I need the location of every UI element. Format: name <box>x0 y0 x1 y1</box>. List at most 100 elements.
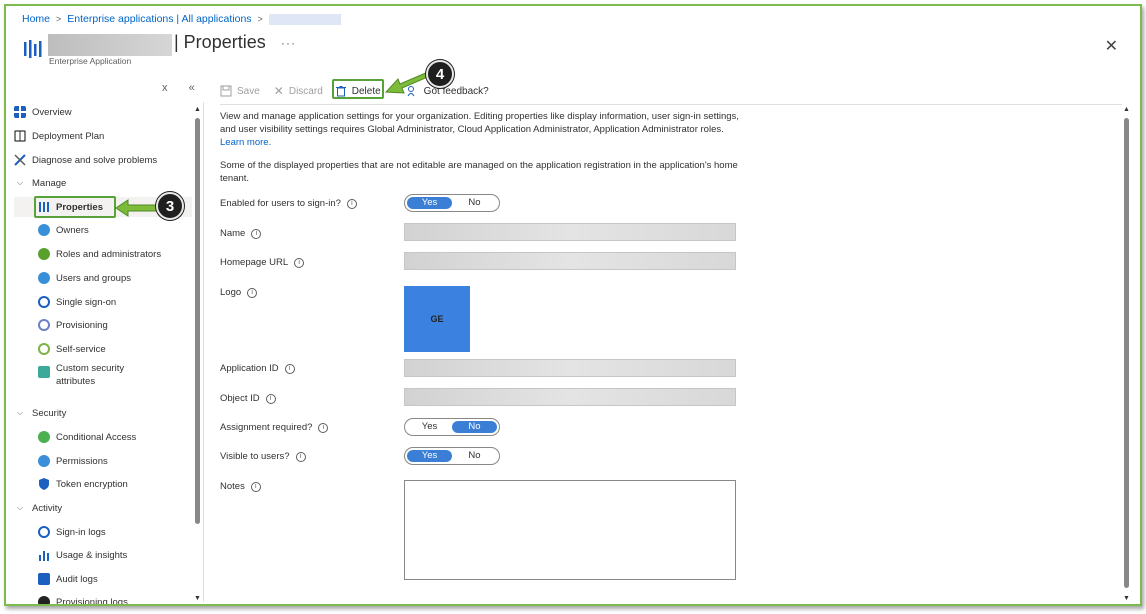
label-text: Notes <box>220 481 245 492</box>
save-icon <box>220 85 232 97</box>
breadcrumb-home[interactable]: Home <box>22 13 50 25</box>
sidebar-item-custom-security[interactable]: Custom security attributes <box>38 362 124 388</box>
learn-more-link[interactable]: Learn more. <box>220 137 271 148</box>
enabled-toggle[interactable]: Yes No <box>404 194 500 212</box>
sidebar-item-label: Overview <box>32 106 72 118</box>
sidebar-item-permissions[interactable]: Permissions <box>38 451 108 471</box>
toggle-yes[interactable]: Yes <box>407 197 452 209</box>
sidebar-close-button[interactable]: x <box>162 82 168 94</box>
toggle-yes[interactable]: Yes <box>407 450 452 462</box>
objectid-field-label: Object ID i <box>220 393 276 404</box>
application-id-field[interactable] <box>404 359 736 377</box>
feedback-label: Got feedback? <box>423 85 489 97</box>
callout-arrow-4 <box>384 71 430 94</box>
sidebar-item-conditional-access[interactable]: Conditional Access <box>38 427 136 447</box>
discard-button[interactable]: ✕ Discard <box>274 84 323 98</box>
scroll-down-arrow-icon[interactable]: ▼ <box>194 595 201 602</box>
info-icon[interactable]: i <box>295 451 306 462</box>
info-icon[interactable]: i <box>251 228 262 239</box>
sidebar-item-diagnose[interactable]: Diagnose and solve problems <box>14 150 157 170</box>
sidebar-item-label: Deployment Plan <box>32 130 105 142</box>
sidebar-group-security[interactable]: ⌵ Security <box>14 403 66 423</box>
toggle-no[interactable]: No <box>452 421 497 433</box>
info-icon[interactable]: i <box>247 287 258 298</box>
label-text: Logo <box>220 287 242 298</box>
object-id-field[interactable] <box>404 388 736 406</box>
bar-chart-icon <box>39 551 49 561</box>
info-icon[interactable]: i <box>250 481 261 492</box>
more-options-button[interactable]: ··· <box>281 36 296 50</box>
sidebar-divider <box>203 102 204 602</box>
sidebar-item-owners[interactable]: Owners <box>38 220 89 240</box>
notes-textarea[interactable] <box>404 480 736 580</box>
info-icon[interactable]: i <box>318 422 329 433</box>
conditional-access-icon <box>38 431 50 443</box>
sidebar-item-label: Sign-in logs <box>56 526 106 538</box>
label-text: Enabled for users to sign-in? <box>220 198 341 209</box>
sidebar-collapse-button[interactable]: « <box>189 82 195 94</box>
delete-highlight <box>332 79 384 99</box>
callout-badge-3: 3 <box>156 192 184 220</box>
sidebar-item-usage-insights[interactable]: Usage & insights <box>38 545 127 565</box>
sidebar-controls: x « <box>162 82 213 94</box>
close-blade-button[interactable]: ✕ <box>1105 36 1118 56</box>
label-text: Object ID <box>220 393 260 404</box>
homepage-url-field[interactable] <box>404 252 736 270</box>
visible-to-users-toggle[interactable]: Yes No <box>404 447 500 465</box>
toggle-no[interactable]: No <box>452 450 497 462</box>
visible-field-label: Visible to users? i <box>220 451 306 462</box>
sign-in-logs-icon <box>38 526 50 538</box>
sidebar-item-deployment-plan[interactable]: Deployment Plan <box>14 126 104 146</box>
sidebar-nav: Overview Deployment Plan Diagnose and so… <box>14 102 192 604</box>
info-icon[interactable]: i <box>265 393 276 404</box>
appid-field-label: Application ID i <box>220 363 295 374</box>
sidebar-item-label: Owners <box>56 224 89 236</box>
toggle-no[interactable]: No <box>452 197 497 209</box>
provisioning-logs-icon <box>38 596 50 604</box>
sidebar-item-provisioning-logs[interactable]: Provisioning logs <box>38 592 128 604</box>
properties-description: View and manage application settings for… <box>220 110 740 195</box>
sidebar-scrollbar[interactable]: ▲ ▼ <box>194 106 201 602</box>
scroll-up-arrow-icon[interactable]: ▲ <box>1123 106 1130 113</box>
app-logo-icon <box>24 40 42 58</box>
shield-icon <box>39 478 49 490</box>
sidebar-group-label: Security <box>32 407 67 419</box>
logo-upload[interactable]: GE <box>404 286 470 352</box>
note-text: Some of the displayed properties that ar… <box>220 160 738 184</box>
info-icon[interactable]: i <box>346 198 357 209</box>
breadcrumb-app-name-redacted[interactable] <box>268 13 341 25</box>
main-scroll-thumb[interactable] <box>1124 118 1129 588</box>
sidebar-item-audit-logs[interactable]: Audit logs <box>38 569 98 589</box>
name-field[interactable] <box>404 223 736 241</box>
main-scrollbar[interactable]: ▲ ▼ <box>1123 106 1130 602</box>
sidebar-item-self-service[interactable]: Self-service <box>38 339 106 359</box>
sidebar-item-users-groups[interactable]: Users and groups <box>38 268 131 288</box>
label-text: Assignment required? <box>220 422 313 433</box>
sidebar-item-overview[interactable]: Overview <box>14 102 72 122</box>
sidebar-group-label: Activity <box>32 502 63 514</box>
chevron-down-icon: ⌵ <box>16 503 24 512</box>
breadcrumb-enterprise-apps[interactable]: Enterprise applications | All applicatio… <box>67 13 251 25</box>
sidebar-item-sso[interactable]: Single sign-on <box>38 292 116 312</box>
scroll-down-arrow-icon[interactable]: ▼ <box>1123 595 1130 602</box>
portal-window: Home > Enterprise applications | All app… <box>4 4 1142 606</box>
enabled-field-label: Enabled for users to sign-in? i <box>220 198 357 209</box>
sidebar-item-token-encryption[interactable]: Token encryption <box>38 474 128 494</box>
sidebar-group-manage[interactable]: ⌵ Manage <box>14 173 66 193</box>
sidebar-item-sign-in-logs[interactable]: Sign-in logs <box>38 522 106 542</box>
save-button[interactable]: Save <box>220 85 260 97</box>
info-icon[interactable]: i <box>294 257 305 268</box>
toggle-yes[interactable]: Yes <box>407 421 452 433</box>
sidebar-item-label: Users and groups <box>56 272 131 284</box>
sidebar-scroll-thumb[interactable] <box>195 118 200 524</box>
assignment-required-toggle[interactable]: Yes No <box>404 418 500 436</box>
properties-highlight <box>34 196 116 218</box>
sidebar-item-label: attributes <box>56 376 96 387</box>
sidebar-item-label: Conditional Access <box>56 431 137 443</box>
sidebar-item-roles[interactable]: Roles and administrators <box>38 244 161 264</box>
sidebar-item-provisioning[interactable]: Provisioning <box>38 315 108 335</box>
label-text: Homepage URL <box>220 257 289 268</box>
info-icon[interactable]: i <box>284 363 295 374</box>
sidebar-group-activity[interactable]: ⌵ Activity <box>14 498 62 518</box>
scroll-up-arrow-icon[interactable]: ▲ <box>194 106 201 113</box>
